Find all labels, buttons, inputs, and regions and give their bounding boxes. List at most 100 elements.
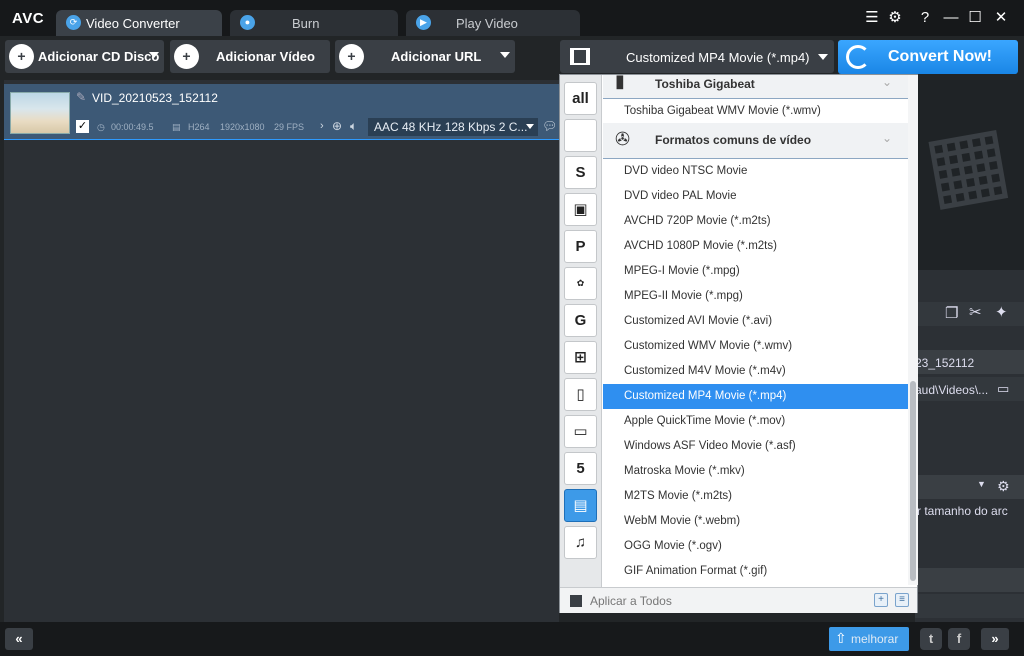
copy-icon[interactable]: ❐ <box>945 304 958 322</box>
media-player-icon: ▮ <box>615 75 625 91</box>
cd-add-icon: + <box>9 44 34 69</box>
add-profile-icon[interactable]: + <box>874 593 888 607</box>
collapse-left-button[interactable]: « <box>5 628 33 650</box>
list-item[interactable]: AVCHD 720P Movie (*.m2ts) <box>603 209 908 234</box>
gear-icon[interactable]: ⚙ <box>997 478 1010 495</box>
refresh-icon: ⟳ <box>66 15 81 30</box>
close-icon[interactable]: ✕ <box>992 9 1010 27</box>
group-common-video[interactable]: ✇ Formatos comuns de vídeo ⌄ <box>603 123 908 159</box>
edit-profile-icon[interactable]: ≡ <box>895 593 909 607</box>
chevron-down-icon <box>526 124 534 129</box>
category-playstation-icon[interactable]: P <box>564 230 597 263</box>
list-item[interactable]: GIF Animation Format (*.gif) <box>603 559 908 584</box>
list-item[interactable]: DVD video PAL Movie <box>603 184 908 209</box>
file-duration: 00:00:49.5 <box>111 122 154 132</box>
add-video-button[interactable]: + Adicionar Vídeo <box>170 40 330 73</box>
list-item[interactable]: AVCHD 1080P Movie (*.m2ts) <box>603 234 908 259</box>
play-icon: ▶ <box>416 15 431 30</box>
list-item[interactable]: Customized AVI Movie (*.avi) <box>603 309 908 334</box>
add-cd-label: Adicionar CD Disco <box>38 49 160 64</box>
apply-all-checkbox[interactable] <box>570 595 582 607</box>
chevron-right-icon: › <box>320 120 324 132</box>
list-item[interactable]: M2TS Movie (*.m2ts) <box>603 484 908 509</box>
list-item[interactable]: MPEG-I Movie (*.mpg) <box>603 259 908 284</box>
collapse-right-button[interactable]: » <box>981 628 1009 650</box>
list-item[interactable]: Apple QuickTime Movie (*.mov) <box>603 409 908 434</box>
list-item-selected[interactable]: Customized MP4 Movie (*.mp4) <box>603 384 908 409</box>
subtitle-icon[interactable]: 💬︎ <box>542 119 557 133</box>
tab-video-converter[interactable]: ⟳ Video Converter <box>56 10 222 36</box>
tab-label: Burn <box>292 16 320 31</box>
upgrade-label: melhorar <box>851 632 899 646</box>
chevron-down-icon: ⌄ <box>881 131 892 145</box>
add-url-button[interactable]: + Adicionar URL <box>335 40 515 73</box>
category-mobile-phone-icon[interactable]: ▯ <box>564 378 597 411</box>
list-item[interactable]: MPEG-II Movie (*.mpg) <box>603 284 908 309</box>
title-bar: AVC ⟳ Video Converter ● Burn ▶ Play Vide… <box>0 0 1024 36</box>
file-row[interactable]: ✎ VID_20210523_152112 ✓ ◷ 00:00:49.5 ▤ H… <box>4 84 559 140</box>
group-toshiba[interactable]: ▮ Toshiba Gigabeat ⌄ <box>603 75 908 99</box>
pencil-icon[interactable]: ✎ <box>76 90 86 104</box>
category-huawei-icon[interactable]: ✿ <box>564 267 597 300</box>
tab-burn[interactable]: ● Burn <box>230 10 398 36</box>
chevron-down-icon[interactable] <box>149 52 159 58</box>
magic-wand-icon[interactable]: ✦ <box>995 303 1008 321</box>
category-windows-icon[interactable]: ⊞ <box>564 341 597 374</box>
maximize-icon[interactable]: ☐ <box>966 9 984 27</box>
list-item[interactable]: DVD video NTSC Movie <box>603 159 908 184</box>
category-all-icon[interactable]: all <box>564 82 597 115</box>
chevron-down-icon[interactable] <box>500 52 510 58</box>
list-item[interactable]: Customized M4V Movie (*.m4v) <box>603 359 908 384</box>
category-tv-icon[interactable]: ▭ <box>564 415 597 448</box>
twitter-icon[interactable]: t <box>920 628 942 650</box>
tab-label: Play Video <box>456 16 518 31</box>
category-html5-icon[interactable]: 5 <box>564 452 597 485</box>
category-film-icon[interactable]: ▤ <box>564 489 597 522</box>
file-checkbox[interactable]: ✓ <box>76 120 89 133</box>
upgrade-button[interactable]: ⇧ melhorar <box>829 627 909 651</box>
format-list: ▮ Toshiba Gigabeat ⌄ Toshiba Gigabeat WM… <box>603 75 908 585</box>
preview-area: ▦ <box>915 80 1024 270</box>
scissors-icon[interactable]: ✂ <box>969 303 982 321</box>
category-music-icon[interactable]: ♫ <box>564 526 597 559</box>
help-icon[interactable]: ? <box>916 9 934 27</box>
refresh-icon <box>846 45 870 69</box>
file-resolution: 1920x1080 <box>220 122 265 132</box>
add-url-label: Adicionar URL <box>391 49 482 64</box>
video-thumbnail <box>10 92 70 134</box>
facebook-icon[interactable]: f <box>948 628 970 650</box>
category-android-s-icon[interactable]: S <box>564 156 597 189</box>
output-profile-select[interactable]: Customized MP4 Movie (*.mp4) <box>560 40 834 73</box>
scrollbar-thumb[interactable] <box>910 381 916 581</box>
format-list-scrollbar[interactable] <box>908 75 918 585</box>
convert-now-button[interactable]: Convert Now! <box>838 40 1018 74</box>
group-label: Formatos comuns de vídeo <box>655 133 812 147</box>
category-lg-icon[interactable]: G <box>564 304 597 337</box>
menu-icon[interactable]: ☰ <box>863 9 881 27</box>
gear-icon[interactable]: ⚙ <box>886 9 904 27</box>
minimize-icon[interactable]: — <box>942 9 960 27</box>
list-item[interactable]: WebM Movie (*.webm) <box>603 509 908 534</box>
convert-label: Convert Now! <box>888 48 992 65</box>
chevron-down-icon[interactable]: ▼ <box>977 479 986 489</box>
add-cd-button[interactable]: + Adicionar CD Disco <box>5 40 164 73</box>
apply-all-label[interactable]: Aplicar a Todos <box>590 594 672 608</box>
film-reel-add-icon: + <box>174 44 199 69</box>
category-apple-icon[interactable] <box>564 119 597 152</box>
tab-play-video[interactable]: ▶ Play Video <box>406 10 580 36</box>
list-item[interactable]: Windows ASF Video Movie (*.asf) <box>603 434 908 459</box>
option-row: ▼ ⚙ <box>915 475 1024 499</box>
list-item[interactable]: Matroska Movie (*.mkv) <box>603 459 908 484</box>
list-item[interactable]: Customized WMV Movie (*.wmv) <box>603 334 908 359</box>
globe-add-icon: + <box>339 44 364 69</box>
category-android-icon[interactable]: ▣ <box>564 193 597 226</box>
film-reel-icon: ✇ <box>615 129 631 149</box>
disc-icon: ● <box>240 15 255 30</box>
right-panel: ▦ ❐ ✂ ✦ 23_152112 aud\Videos\... ▭ ▼ ⚙ r… <box>915 80 1024 622</box>
folder-icon[interactable]: ▭ <box>997 381 1009 397</box>
list-item[interactable]: Toshiba Gigabeat WMV Movie (*.wmv) <box>603 99 908 124</box>
list-item[interactable]: OGG Movie (*.ogv) <box>603 534 908 559</box>
audio-track-select[interactable]: AAC 48 KHz 128 Kbps 2 C... <box>368 118 538 136</box>
target-icon[interactable]: ⊕ <box>332 119 342 133</box>
audio-track-label: AAC 48 KHz 128 Kbps 2 C... <box>374 120 528 134</box>
